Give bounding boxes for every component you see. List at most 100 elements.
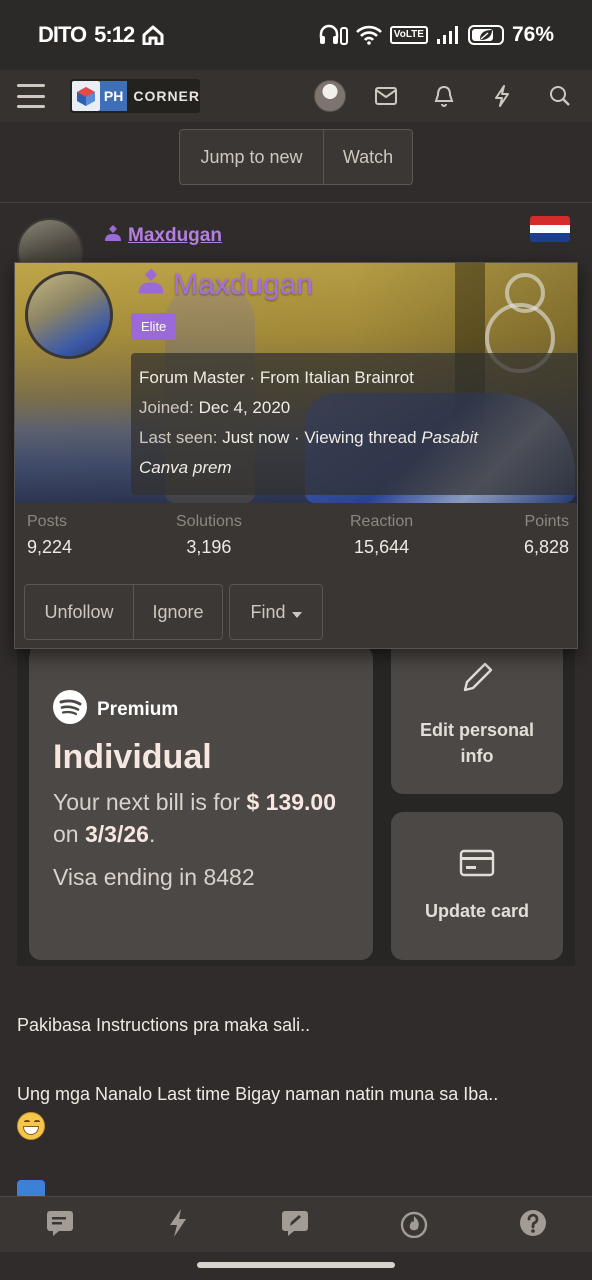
stat-reaction[interactable]: Reaction 15,644 — [350, 513, 413, 558]
bill-period: . — [148, 821, 156, 847]
find-label: Find — [250, 601, 286, 622]
bill-date: 3/3/26 — [84, 821, 149, 847]
user-group-icon — [137, 267, 165, 303]
viewing-thread-link-2[interactable]: Canva prem — [139, 458, 232, 477]
subscription-card: Premium Individual Your next bill is for… — [29, 646, 373, 960]
grin-emoji-icon — [17, 1112, 45, 1140]
top-navigation: PH CORNER — [0, 70, 592, 122]
member-stats: Posts 9,224 Solutions 3,196 Reaction 15,… — [15, 513, 577, 569]
battery-percent: 76% — [511, 23, 554, 46]
post-author-username: Maxdugan — [128, 225, 222, 246]
viewing-thread-link[interactable]: Pasabit — [421, 428, 478, 447]
flag-stripe-blue — [530, 233, 570, 242]
spotify-icon — [53, 690, 87, 730]
stat-points[interactable]: Points 6,828 — [524, 513, 569, 558]
jump-to-new-button[interactable]: Jump to new — [179, 129, 324, 185]
stat-value: 9,224 — [27, 537, 73, 557]
card-info: Visa ending in 8482 — [53, 864, 255, 890]
tooltip-avatar[interactable] — [25, 271, 113, 359]
watch-button[interactable]: Watch — [324, 129, 413, 185]
next-bill-text: Your next bill is for $ 139.00 on 3/3/26… — [53, 786, 353, 850]
country-flag-icon — [530, 216, 570, 242]
post-author-name[interactable]: Maxdugan — [104, 224, 222, 248]
stat-posts[interactable]: Posts 9,224 — [27, 513, 72, 558]
edit-info-card: Edit personal info — [391, 634, 563, 794]
whats-new-icon[interactable] — [166, 1208, 190, 1242]
post-attachment-image[interactable]: Premium Individual Your next bill is for… — [17, 600, 575, 966]
thread-controls: Jump to new Watch — [179, 129, 413, 185]
plan-name: Individual — [53, 738, 212, 776]
bill-currency: $ — [246, 789, 260, 815]
site-logo[interactable]: PH CORNER — [70, 79, 200, 113]
stat-label: Reaction — [350, 513, 414, 530]
divider — [0, 202, 592, 203]
stat-solutions[interactable]: Solutions 3,196 — [176, 513, 242, 558]
unfollow-button[interactable]: Unfollow — [24, 584, 134, 640]
ignore-button[interactable]: Ignore — [134, 584, 223, 640]
help-icon[interactable] — [519, 1209, 547, 1241]
post-body-line-2: Ung mga Nanalo Last time Bigay naman nat… — [17, 1084, 499, 1104]
update-card-label: Update card — [424, 900, 530, 921]
trending-icon[interactable] — [400, 1208, 428, 1242]
find-menu-button[interactable]: Find — [229, 584, 323, 640]
member-title-line: Forum Master · From Italian Brainrot — [139, 368, 414, 387]
bill-amount: 139.00 — [265, 789, 337, 815]
clock: 5:12 — [94, 22, 135, 47]
tooltip-username[interactable]: Maxdugan — [137, 267, 313, 303]
stat-label: Posts — [27, 513, 68, 530]
menu-icon[interactable] — [17, 84, 45, 108]
bill-prefix: Your next bill is for — [53, 789, 241, 815]
member-info: Forum Master · From Italian Brainrot Joi… — [131, 353, 577, 495]
signal-icon — [436, 25, 460, 45]
pencil-icon — [459, 660, 495, 703]
premium-label: Premium — [97, 699, 179, 720]
user-banner-badge: Elite — [131, 313, 177, 340]
member-actions: Unfollow Ignore Find — [24, 584, 323, 640]
last-seen-value: Just now · Viewing thread — [222, 428, 417, 447]
member-tooltip: Maxdugan Elite Forum Master · From Itali… — [14, 262, 578, 649]
status-left: DITO 5:12 — [38, 22, 164, 48]
bell-icon[interactable] — [426, 80, 462, 112]
bolt-icon[interactable] — [484, 80, 520, 112]
account-avatar[interactable] — [314, 80, 346, 112]
flag-stripe-red — [530, 216, 570, 225]
stat-label: Solutions — [176, 513, 242, 530]
joined-value: Dec 4, 2020 — [198, 398, 291, 417]
home-icon — [142, 25, 164, 45]
stat-value: 15,644 — [354, 537, 410, 557]
joined-line: Joined: Dec 4, 2020 — [139, 393, 571, 423]
logo-corner-text: CORNER — [133, 88, 200, 104]
mail-icon[interactable] — [368, 80, 404, 112]
post-body-line-1: Pakibasa Instructions pra maka sali.. — [17, 1015, 311, 1035]
logo-ph-text: PH — [99, 81, 128, 111]
last-seen-line-2: Canva prem — [139, 453, 571, 483]
user-group-icon — [104, 224, 122, 248]
flag-stripe-white — [530, 224, 570, 234]
tooltip-username-text: Maxdugan — [173, 268, 314, 301]
headphones-icon — [318, 24, 348, 46]
nav-icons — [314, 80, 578, 112]
stat-value: 6,828 — [523, 537, 569, 557]
last-seen-label: Last seen: — [139, 428, 218, 447]
banner-wheel-small — [505, 273, 545, 313]
logo-cube-icon — [72, 81, 100, 111]
stat-label: Points — [524, 513, 569, 530]
status-right: VoLTE 76% — [318, 23, 554, 47]
leaf-icon — [478, 23, 494, 47]
search-icon[interactable] — [542, 80, 578, 112]
bill-on: on — [53, 821, 79, 847]
credit-card-icon — [459, 849, 495, 884]
bottom-navigation — [0, 1196, 592, 1252]
stat-value: 3,196 — [186, 537, 232, 557]
carrier-name: DITO — [38, 22, 87, 47]
caret-down-icon — [291, 602, 302, 623]
status-bar: DITO 5:12 VoLTE 76% — [0, 0, 592, 70]
home-gesture-bar[interactable] — [197, 1262, 395, 1268]
joined-label: Joined: — [139, 398, 194, 417]
edit-info-label: Edit personal info — [419, 719, 535, 766]
new-post-icon[interactable] — [280, 1209, 310, 1241]
update-card-card: Update card — [391, 812, 563, 960]
last-seen-line: Last seen: Just now · Viewing thread Pas… — [139, 423, 571, 453]
battery-icon — [467, 23, 504, 47]
forums-icon[interactable] — [45, 1209, 75, 1241]
